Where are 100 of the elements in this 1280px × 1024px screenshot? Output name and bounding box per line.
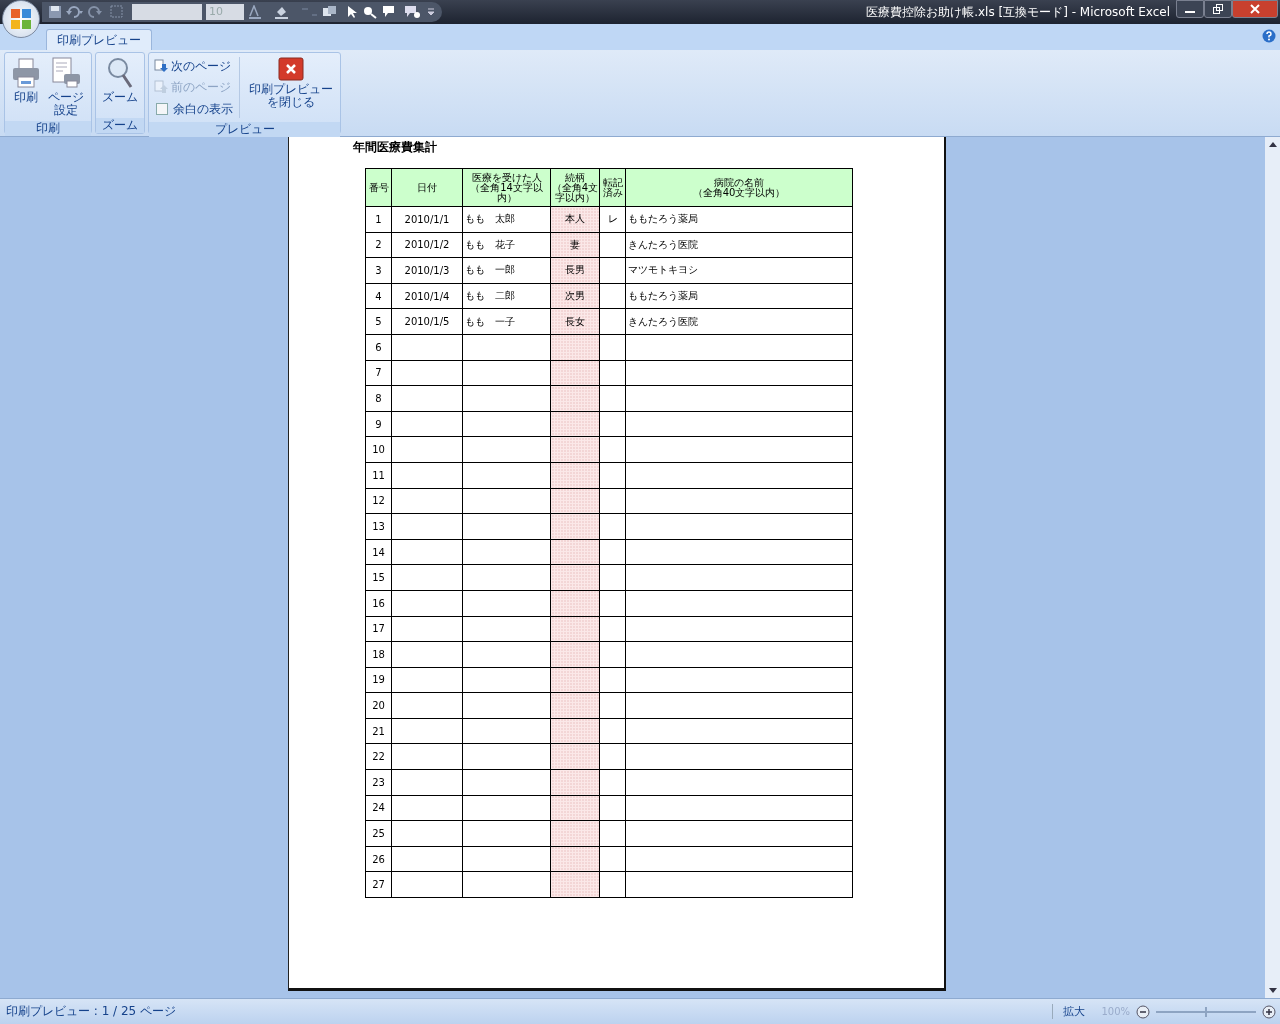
table-cell: 2010/1/1 xyxy=(391,206,463,233)
table-cell: 6 xyxy=(365,334,392,361)
table-cell: 2010/1/2 xyxy=(391,232,463,258)
table-cell xyxy=(391,590,463,616)
page-arrow-icon xyxy=(154,59,169,73)
table-cell xyxy=(599,718,626,744)
show-margins-checkbox[interactable]: 余白の表示 xyxy=(152,98,236,120)
table-cell xyxy=(599,590,626,616)
table-cell xyxy=(391,667,463,693)
page-arrow-icon xyxy=(154,80,169,94)
table-cell xyxy=(391,820,463,847)
table-cell xyxy=(391,462,463,489)
table-cell xyxy=(599,743,626,770)
table-cell: 13 xyxy=(365,513,392,540)
comments-icon[interactable] xyxy=(404,5,422,19)
table-cell: 5 xyxy=(365,308,392,335)
minimize-button[interactable] xyxy=(1176,0,1204,18)
table-cell xyxy=(599,283,626,309)
table-cell xyxy=(599,539,626,565)
window-title: 医療費控除お助け帳.xls [互換モード] - Microsoft Excel xyxy=(866,3,1170,21)
close-icon xyxy=(1250,4,1260,14)
ribbon-tab[interactable]: 印刷プレビュー xyxy=(46,29,152,50)
group-label: プレビュー xyxy=(149,122,340,137)
page-setup-button[interactable]: ページ設定 xyxy=(44,55,89,119)
table-cell xyxy=(391,360,463,386)
table-cell: もも 太郎 xyxy=(462,206,551,233)
vertical-scrollbar[interactable] xyxy=(1265,137,1280,998)
table-cell: 22 xyxy=(365,743,392,770)
table-cell xyxy=(599,411,626,437)
table-cell: レ xyxy=(599,206,626,233)
zoom-in-button[interactable]: 拡大 xyxy=(1052,1004,1096,1019)
table-cell: 17 xyxy=(365,616,392,642)
table-cell xyxy=(391,513,463,540)
table-cell: もも 一子 xyxy=(462,308,551,335)
office-button[interactable] xyxy=(2,0,40,38)
table-cell: 11 xyxy=(365,462,392,489)
table-cell: ももたろう薬局 xyxy=(625,283,853,309)
column-header: 医療を受けた人 xyxy=(470,172,542,183)
table-cell xyxy=(391,411,463,437)
table-cell: 23 xyxy=(365,769,392,796)
scroll-up-icon[interactable] xyxy=(1267,140,1278,148)
table-cell xyxy=(599,692,626,719)
print-button[interactable]: 印刷 xyxy=(8,55,44,119)
zoom-out-icon[interactable] xyxy=(1136,1004,1150,1019)
restore-icon xyxy=(1213,4,1223,14)
printer-icon xyxy=(11,57,41,89)
column-header: 続柄 xyxy=(565,172,586,183)
table-cell: きんたろう医院 xyxy=(625,308,853,335)
column-header: 日付 xyxy=(416,182,438,193)
column-header: 転記済み xyxy=(601,177,624,198)
table-cell xyxy=(391,436,463,463)
table-cell xyxy=(599,308,626,335)
table-cell: もも 一郎 xyxy=(462,257,551,284)
close-preview-button[interactable]: 印刷プレビューを閉じる xyxy=(244,55,337,120)
table-cell xyxy=(391,769,463,796)
table-cell: 26 xyxy=(365,846,392,872)
next-page-button[interactable]: 次のページ xyxy=(152,56,236,76)
table-cell: 1 xyxy=(365,206,392,233)
table-cell xyxy=(599,795,626,821)
table-cell xyxy=(391,846,463,872)
table-cell xyxy=(599,820,626,847)
column-header: 病院の名前 xyxy=(713,177,764,188)
column-note: （全角40文字以内） xyxy=(691,187,787,198)
save-icon[interactable] xyxy=(48,5,62,19)
magnifier-icon[interactable] xyxy=(362,5,378,19)
table-cell: 2010/1/5 xyxy=(391,308,463,335)
table-cell xyxy=(599,436,626,463)
table-cell xyxy=(391,871,463,898)
close-button[interactable] xyxy=(1232,0,1278,18)
table-cell xyxy=(599,334,626,361)
table-cell: 20 xyxy=(365,692,392,719)
font-name-field[interactable] xyxy=(132,4,202,20)
table-cell: 18 xyxy=(365,641,392,668)
table-cell: 2 xyxy=(365,232,392,258)
table-cell: 10 xyxy=(365,436,392,463)
help-icon[interactable] xyxy=(1262,29,1276,43)
undo-icon[interactable] xyxy=(66,5,84,19)
scroll-down-icon[interactable] xyxy=(1267,987,1278,995)
table-cell: 24 xyxy=(365,795,392,821)
page-printer-icon xyxy=(51,57,82,89)
zoom-button[interactable]: ズーム xyxy=(99,55,142,116)
table-cell: きんたろう医院 xyxy=(625,232,853,258)
column-header: 番号 xyxy=(367,182,390,193)
zoom-in-icon[interactable] xyxy=(1262,1004,1276,1019)
restore-button[interactable] xyxy=(1204,0,1232,18)
pointer-icon[interactable] xyxy=(346,5,358,19)
table-cell xyxy=(391,641,463,668)
table-cell xyxy=(599,667,626,693)
table-cell: 15 xyxy=(365,564,392,591)
table-cell: 19 xyxy=(365,667,392,693)
table-cell: 4 xyxy=(365,283,392,309)
table-cell: 12 xyxy=(365,488,392,514)
table-cell xyxy=(391,743,463,770)
table-cell: 16 xyxy=(365,590,392,616)
table-cell: 3 xyxy=(365,257,392,284)
table-cell: 7 xyxy=(365,360,392,386)
table-cell xyxy=(599,641,626,668)
column-note: （全角14文字以内） xyxy=(469,182,544,203)
table-cell xyxy=(599,488,626,514)
table-cell xyxy=(599,871,626,898)
